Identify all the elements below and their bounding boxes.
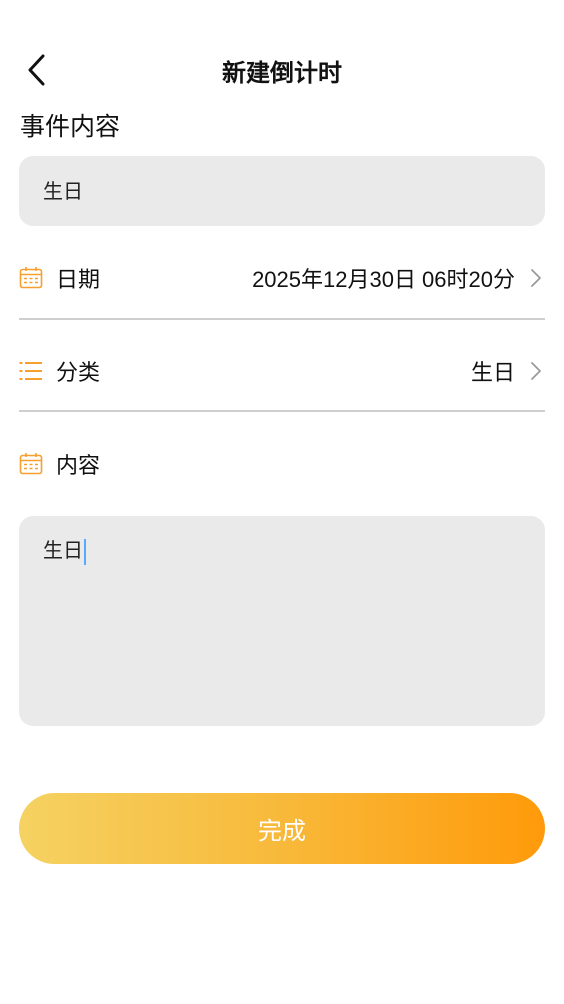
date-value: 2025年12月30日 06时20分 [252,267,515,292]
chevron-right-icon [527,266,545,290]
divider [19,318,545,320]
date-label: 日期 [56,268,101,293]
content-label: 内容 [56,454,101,479]
content-textarea[interactable]: 生日 [19,516,545,726]
date-row[interactable]: 日期 2025年12月30日 06时20分 [19,246,545,310]
event-content-input[interactable]: 生日 [19,156,545,226]
content-row: 内容 [19,432,545,496]
text-caret [84,538,86,565]
done-button[interactable]: 完成 [19,793,545,864]
done-button-label: 完成 [258,817,306,845]
category-value: 生日 [470,360,515,385]
chevron-right-icon [527,359,545,383]
content-text: 生日 [43,538,83,562]
list-icon [19,359,43,383]
page-title: 新建倒计时 [222,59,342,87]
category-row[interactable]: 分类 生日 [19,339,545,403]
event-content-label: 事件内容 [20,112,121,141]
category-label: 分类 [56,361,101,386]
calendar-icon [19,266,43,290]
divider [19,410,545,412]
calendar-icon [19,452,43,476]
